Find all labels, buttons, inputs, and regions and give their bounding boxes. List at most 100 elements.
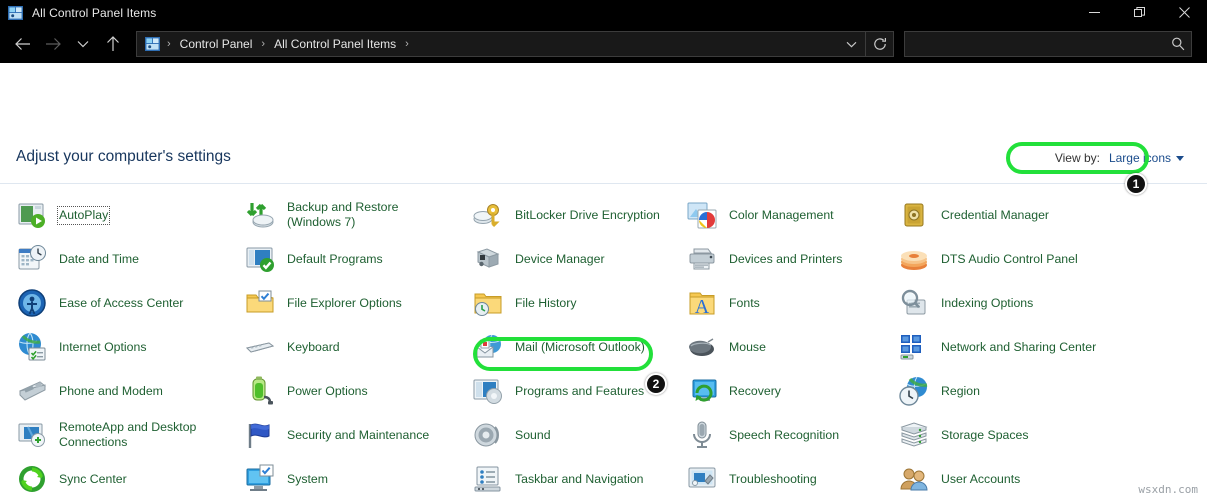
search-icon[interactable] (1165, 37, 1191, 51)
item-troubleshooting[interactable]: Troubleshooting (670, 457, 882, 500)
refresh-button[interactable] (865, 32, 893, 56)
item-label: Security and Maintenance (287, 427, 430, 442)
breadcrumb-separator: › (405, 38, 409, 50)
item-label: Taskbar and Navigation (515, 471, 644, 486)
item-backup-and-restore-windows-7[interactable]: Backup and Restore (Windows 7) (228, 193, 456, 237)
programs-features-icon (472, 375, 504, 407)
up-button[interactable] (98, 29, 128, 59)
item-label: Credential Manager (941, 207, 1050, 222)
annotation-badge-2: 2 (645, 373, 667, 395)
view-by-selector[interactable]: View by: Large icons (1055, 151, 1184, 165)
search-box[interactable] (904, 31, 1192, 57)
item-system[interactable]: System (228, 457, 456, 500)
phone-modem-icon (16, 375, 48, 407)
item-label: DTS Audio Control Panel (941, 251, 1078, 266)
system-icon (244, 463, 276, 495)
breadcrumb-item-all-control-panel-items[interactable]: All Control Panel Items (272, 37, 398, 51)
taskbar-navigation-icon (472, 463, 504, 495)
color-management-icon (686, 199, 718, 231)
internet-options-icon (16, 331, 48, 363)
page-title: Adjust your computer's settings (16, 148, 231, 165)
date-time-icon (16, 243, 48, 275)
search-input[interactable] (905, 32, 1165, 56)
item-devices-and-printers[interactable]: Devices and Printers (670, 237, 882, 281)
item-file-history[interactable]: File History (456, 281, 670, 325)
item-label: Internet Options (59, 339, 147, 354)
item-date-and-time[interactable]: Date and Time (0, 237, 228, 281)
item-phone-and-modem[interactable]: Phone and Modem (0, 369, 228, 413)
item-label: Region (941, 383, 980, 398)
item-speech-recognition[interactable]: Speech Recognition (670, 413, 882, 457)
item-internet-options[interactable]: Internet Options (0, 325, 228, 369)
restore-button[interactable] (1117, 0, 1162, 25)
item-label: BitLocker Drive Encryption (515, 207, 660, 222)
forward-button[interactable] (38, 29, 68, 59)
region-icon (898, 375, 930, 407)
item-region[interactable]: Region (882, 369, 1207, 413)
item-label: Power Options (287, 383, 368, 398)
remoteapp-icon (16, 419, 48, 451)
recovery-icon (686, 375, 718, 407)
watermark: wsxdn.com (1138, 483, 1198, 496)
dts-audio-icon (898, 243, 930, 275)
backup-restore-icon (244, 199, 276, 231)
item-device-manager[interactable]: Device Manager (456, 237, 670, 281)
item-keyboard[interactable]: Keyboard (228, 325, 456, 369)
item-label: Storage Spaces (941, 427, 1029, 442)
item-label: Color Management (729, 207, 834, 222)
item-default-programs[interactable]: Default Programs (228, 237, 456, 281)
item-credential-manager[interactable]: Credential Manager (882, 193, 1207, 237)
item-label: System (287, 471, 328, 486)
item-security-and-maintenance[interactable]: Security and Maintenance (228, 413, 456, 457)
view-by-value[interactable]: Large icons (1109, 151, 1171, 165)
item-mouse[interactable]: Mouse (670, 325, 882, 369)
item-label: Date and Time (59, 251, 139, 266)
item-autoplay[interactable]: AutoPlay (0, 193, 228, 237)
item-programs-and-features[interactable]: Programs and Features (456, 369, 670, 413)
keyboard-icon (244, 331, 276, 363)
security-maintenance-icon (244, 419, 276, 451)
item-recovery[interactable]: Recovery (670, 369, 882, 413)
minimize-button[interactable] (1072, 0, 1117, 25)
item-taskbar-and-navigation[interactable]: Taskbar and Navigation (456, 457, 670, 500)
item-label: Troubleshooting (729, 471, 817, 486)
item-label: User Accounts (941, 471, 1021, 486)
autoplay-icon (16, 199, 48, 231)
item-ease-of-access-center[interactable]: Ease of Access Center (0, 281, 228, 325)
previous-locations-button[interactable] (837, 32, 865, 56)
breadcrumb-separator: › (261, 38, 266, 50)
item-network-and-sharing-center[interactable]: Network and Sharing Center (882, 325, 1207, 369)
file-history-icon (472, 287, 504, 319)
item-power-options[interactable]: Power Options (228, 369, 456, 413)
item-mail-microsoft-outlook[interactable]: Mail (Microsoft Outlook) (456, 325, 670, 369)
power-options-icon (244, 375, 276, 407)
item-storage-spaces[interactable]: Storage Spaces (882, 413, 1207, 457)
item-indexing-options[interactable]: Indexing Options (882, 281, 1207, 325)
item-remoteapp-and-desktop-connections[interactable]: RemoteApp and Desktop Connections (0, 413, 228, 457)
breadcrumb-item-control-panel[interactable]: Control Panel (178, 37, 255, 51)
recent-locations-button[interactable] (68, 29, 98, 59)
back-button[interactable] (8, 29, 38, 59)
item-sync-center[interactable]: Sync Center (0, 457, 228, 500)
item-file-explorer-options[interactable]: File Explorer Options (228, 281, 456, 325)
divider (0, 183, 1207, 184)
item-label: Mouse (729, 339, 766, 354)
device-manager-icon (472, 243, 504, 275)
sync-center-icon (16, 463, 48, 495)
item-sound[interactable]: Sound (456, 413, 670, 457)
item-label: Indexing Options (941, 295, 1034, 310)
item-label: Programs and Features (515, 383, 645, 398)
address-bar[interactable]: › Control Panel › All Control Panel Item… (136, 31, 894, 57)
item-label: File History (515, 295, 577, 310)
item-bitlocker-drive-encryption[interactable]: BitLocker Drive Encryption (456, 193, 670, 237)
control-panel-icon (8, 5, 23, 20)
window-controls (1072, 0, 1207, 25)
content-area: Adjust your computer's settings View by:… (0, 63, 1207, 500)
item-color-management[interactable]: Color Management (670, 193, 882, 237)
item-fonts[interactable]: A Fonts (670, 281, 882, 325)
item-label: Device Manager (515, 251, 605, 266)
close-button[interactable] (1162, 0, 1207, 25)
item-dts-audio-control-panel[interactable]: DTS Audio Control Panel (882, 237, 1207, 281)
chevron-down-icon[interactable] (1176, 155, 1184, 161)
devices-printers-icon (686, 243, 718, 275)
